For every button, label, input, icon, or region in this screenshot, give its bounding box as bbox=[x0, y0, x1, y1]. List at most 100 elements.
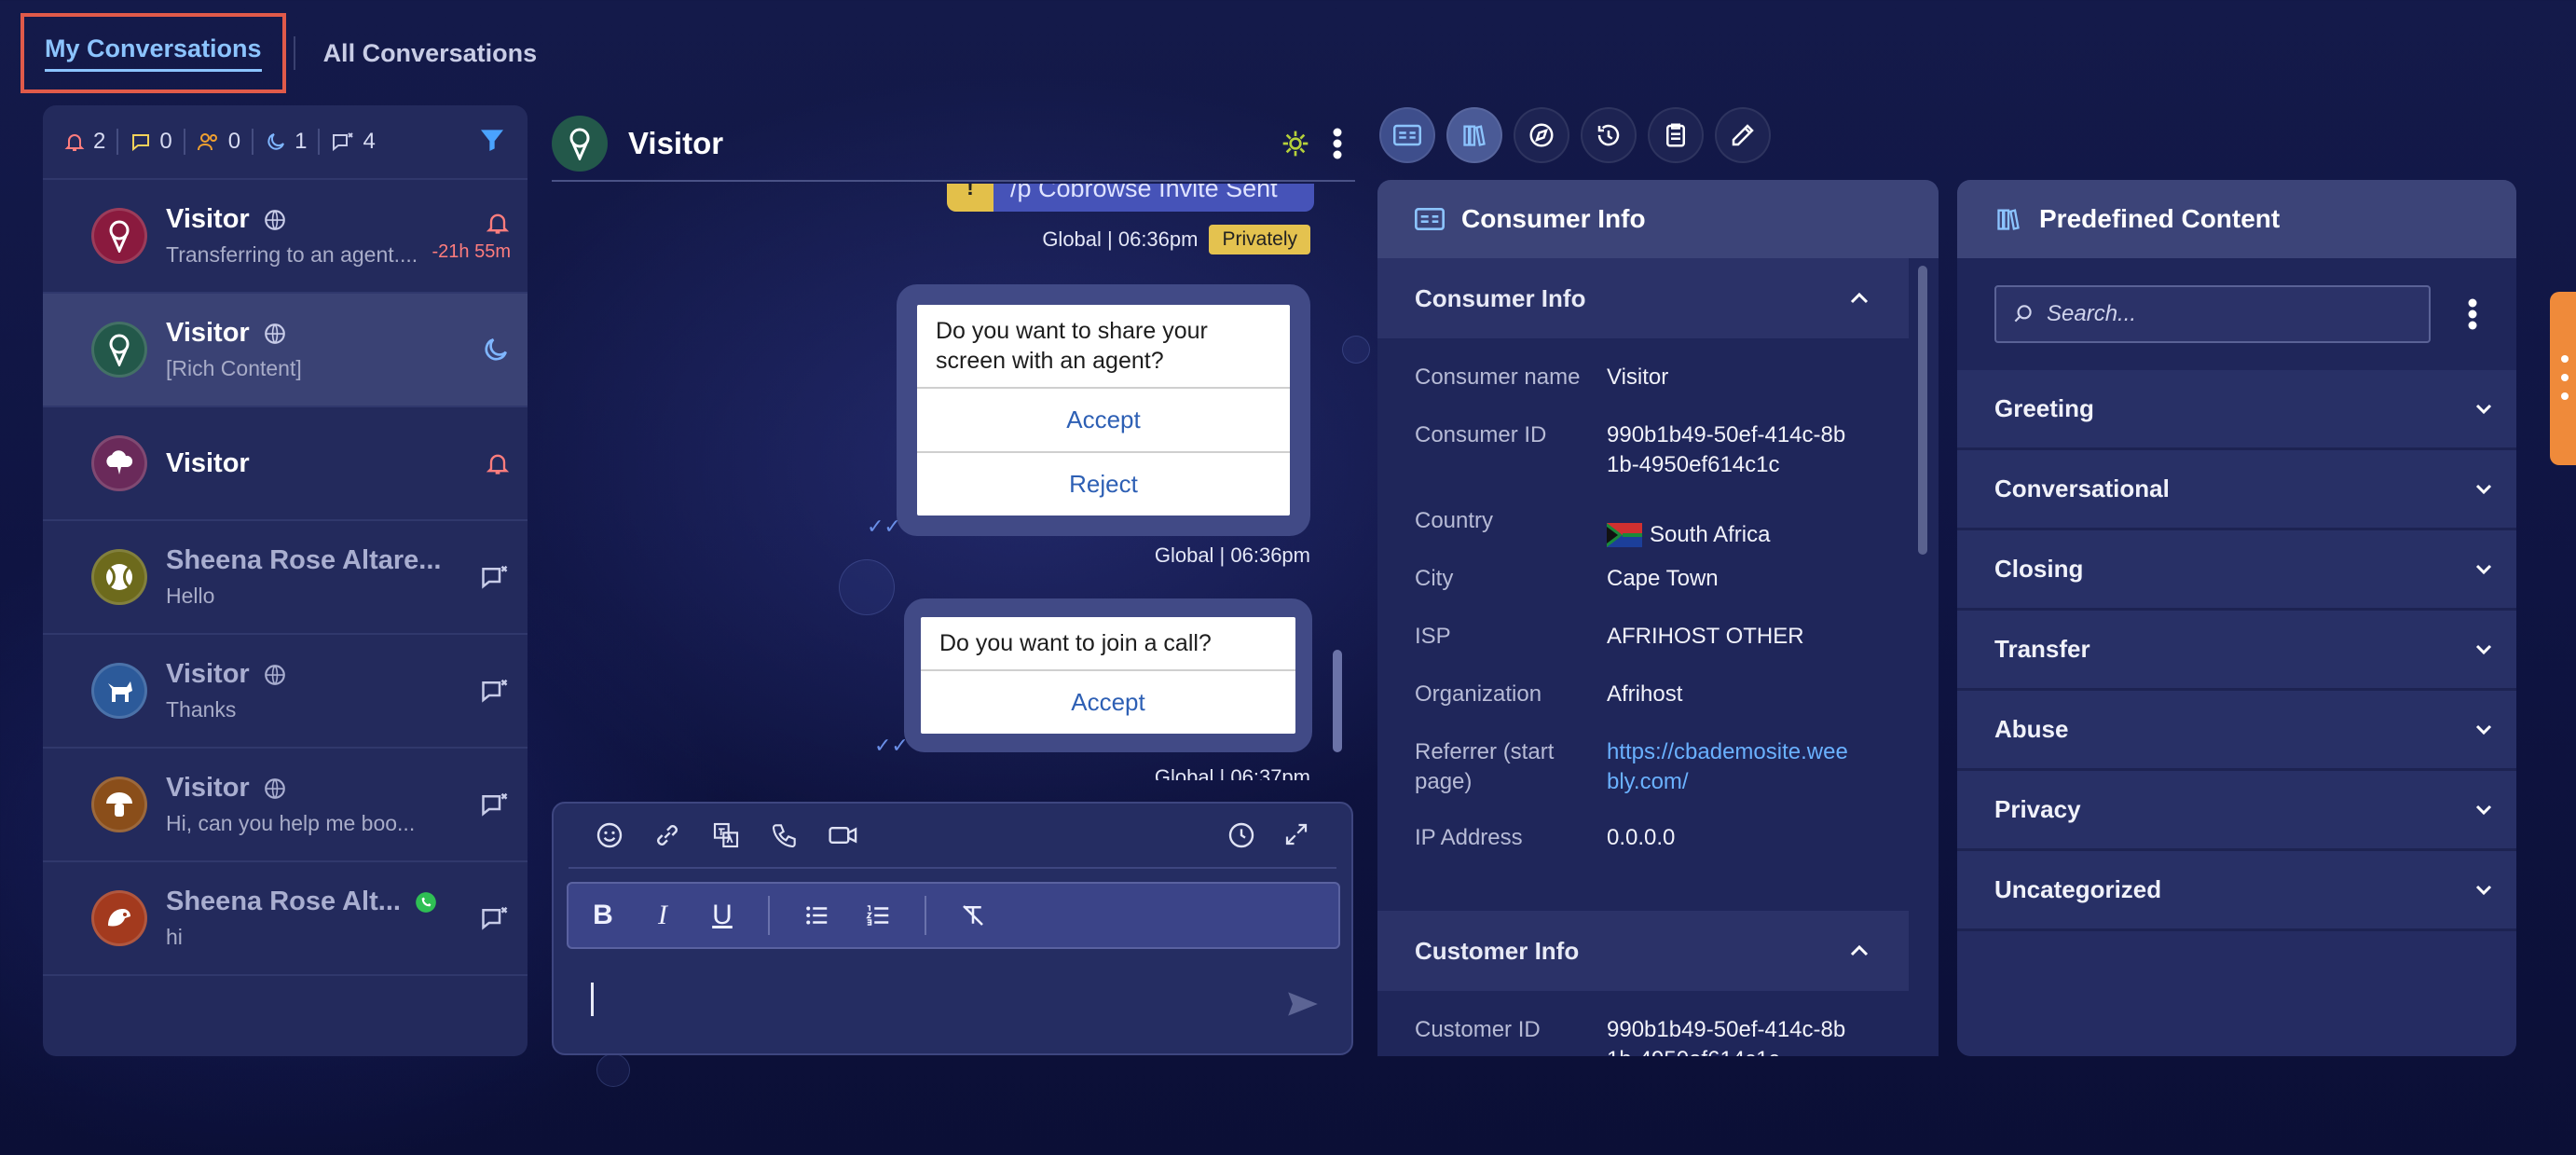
bullet-list-icon[interactable] bbox=[802, 901, 831, 929]
field-value: AFRIHOST OTHER bbox=[1607, 624, 1804, 649]
consumer-info-tab[interactable] bbox=[1379, 107, 1435, 163]
reject-button[interactable]: Reject bbox=[917, 453, 1290, 516]
emoji-icon[interactable] bbox=[595, 820, 624, 850]
field-organization: Organization Afrihost bbox=[1377, 680, 1939, 737]
stat-closed[interactable]: 4 bbox=[331, 129, 376, 155]
chat-icon bbox=[132, 134, 150, 152]
expand-icon[interactable] bbox=[1282, 820, 1310, 848]
handle-dot bbox=[2561, 374, 2569, 381]
consumer-info-section-toggle[interactable]: Consumer Info bbox=[1377, 258, 1909, 338]
message-meta-text: Global | 06:36pm bbox=[1154, 543, 1310, 567]
conversation-item[interactable]: Visitor Thanks bbox=[43, 635, 528, 749]
category-greeting[interactable]: Greeting bbox=[1957, 370, 2516, 450]
conversation-status bbox=[451, 677, 511, 705]
predefined-search-input[interactable]: Search... bbox=[1994, 285, 2431, 343]
stat-agents[interactable]: 0 bbox=[197, 129, 240, 155]
edit-icon bbox=[1732, 124, 1754, 146]
id-card-icon bbox=[1415, 208, 1445, 230]
field-consumer-name: Consumer name Visitor bbox=[1377, 363, 1939, 420]
field-referrer: Referrer (start page) https://cbademosite… bbox=[1377, 737, 1939, 823]
category-closing[interactable]: Closing bbox=[1957, 530, 2516, 611]
text-cursor[interactable] bbox=[591, 983, 594, 1016]
category-abuse[interactable]: Abuse bbox=[1957, 691, 2516, 771]
conversation-item[interactable]: Visitor bbox=[43, 407, 528, 521]
conversation-item[interactable]: Sheena Rose Alt... hi bbox=[43, 862, 528, 976]
referrer-link[interactable]: https://cbademosite.weebly.com/ bbox=[1607, 737, 1849, 823]
more-options-icon[interactable] bbox=[1331, 127, 1344, 160]
tennis-ball-icon bbox=[106, 564, 132, 590]
predefined-content-tab[interactable] bbox=[1446, 107, 1502, 163]
chat-closed-icon bbox=[482, 565, 508, 589]
conversation-item[interactable]: Visitor Transferring to an agent.... -21… bbox=[43, 180, 528, 294]
tab-all-conversations[interactable]: All Conversations bbox=[323, 39, 538, 68]
accept-button[interactable]: Accept bbox=[921, 671, 1295, 734]
clock-icon[interactable] bbox=[1226, 820, 1256, 850]
filter-button[interactable] bbox=[477, 125, 507, 159]
message-meta-text: Global | 06:37pm bbox=[1154, 765, 1310, 780]
field-value: 990b1b49-50ef-414c-8b1b-4950ef614c1c bbox=[1607, 422, 1846, 477]
customer-info-section-toggle[interactable]: Customer Info bbox=[1377, 911, 1909, 991]
conversation-status: -21h 55m bbox=[432, 210, 511, 263]
category-privacy[interactable]: Privacy bbox=[1957, 771, 2516, 851]
link-icon[interactable] bbox=[652, 820, 682, 850]
stat-divider bbox=[183, 129, 185, 155]
chevron-down-icon bbox=[2475, 564, 2492, 574]
section-title: Consumer Info bbox=[1415, 283, 1586, 312]
books-icon bbox=[1997, 209, 2020, 230]
stat-alerts[interactable]: 2 bbox=[63, 129, 105, 155]
message-thread: ! /p Cobrowse Invite Sent Global | 06:36… bbox=[552, 184, 1355, 780]
side-drawer-handle[interactable] bbox=[2550, 292, 2576, 465]
books-icon bbox=[1463, 125, 1486, 146]
conversation-name: Visitor bbox=[166, 318, 250, 348]
cloud-icon bbox=[106, 450, 133, 474]
stat-away[interactable]: 1 bbox=[265, 129, 307, 155]
edit-tab[interactable] bbox=[1715, 107, 1771, 163]
conversation-name: Sheena Rose Alt... bbox=[166, 887, 401, 916]
history-tab[interactable] bbox=[1581, 107, 1637, 163]
numbered-list-icon[interactable] bbox=[863, 901, 893, 929]
field-value: Visitor bbox=[1607, 364, 1669, 390]
ice-cream-icon bbox=[109, 220, 130, 253]
conversation-body: Visitor Transferring to an agent.... bbox=[166, 204, 451, 268]
conversation-item[interactable]: Visitor [Rich Content] bbox=[43, 294, 528, 407]
mushroom-icon bbox=[106, 792, 132, 817]
phone-icon[interactable] bbox=[770, 820, 800, 850]
category-conversational[interactable]: Conversational bbox=[1957, 450, 2516, 530]
tab-my-conversations[interactable]: My Conversations bbox=[21, 13, 286, 93]
italic-button[interactable]: I bbox=[649, 900, 677, 931]
avatar bbox=[91, 890, 147, 946]
send-button[interactable] bbox=[1282, 986, 1323, 1026]
message-composer: B I U bbox=[552, 802, 1353, 1055]
conversation-name-row: Visitor bbox=[166, 204, 451, 235]
conversation-item[interactable]: Sheena Rose Altare... Hello bbox=[43, 521, 528, 635]
card-question: Do you want to share your screen with an… bbox=[917, 305, 1290, 389]
category-label: Privacy bbox=[1994, 795, 2081, 823]
consumer-info-scrollbar[interactable] bbox=[1918, 266, 1927, 555]
more-options-icon[interactable] bbox=[2466, 297, 2479, 331]
category-uncategorized[interactable]: Uncategorized bbox=[1957, 851, 2516, 931]
conversation-name-row: Sheena Rose Alt... bbox=[166, 887, 451, 917]
conversation-body: Sheena Rose Alt... hi bbox=[166, 887, 451, 950]
video-icon[interactable] bbox=[828, 820, 859, 850]
globe-icon bbox=[264, 664, 285, 685]
field-label: Customer ID bbox=[1415, 1017, 1541, 1042]
chevron-down-icon bbox=[2475, 724, 2492, 735]
gear-icon[interactable] bbox=[1281, 129, 1310, 158]
south-africa-flag-icon bbox=[1607, 523, 1642, 547]
underline-button[interactable]: U bbox=[708, 900, 736, 931]
conversation-name: Visitor bbox=[166, 773, 250, 803]
conversation-preview: [Rich Content] bbox=[166, 356, 302, 380]
conversation-item[interactable]: Visitor Hi, can you help me boo... bbox=[43, 749, 528, 862]
clear-format-icon[interactable] bbox=[958, 901, 988, 929]
category-transfer[interactable]: Transfer bbox=[1957, 611, 2516, 691]
cobrowse-tab[interactable] bbox=[1514, 107, 1569, 163]
message-scrollbar[interactable] bbox=[1333, 650, 1342, 752]
bold-button[interactable]: B bbox=[589, 900, 617, 931]
notes-tab[interactable] bbox=[1648, 107, 1704, 163]
field-consumer-id: Consumer ID 990b1b49-50ef-414c-8b1b-4950e… bbox=[1377, 420, 1939, 506]
translate-icon[interactable] bbox=[710, 820, 742, 850]
conversation-name-row: Visitor bbox=[166, 773, 451, 804]
accept-button[interactable]: Accept bbox=[917, 389, 1290, 453]
stat-messages[interactable]: 0 bbox=[130, 129, 172, 155]
